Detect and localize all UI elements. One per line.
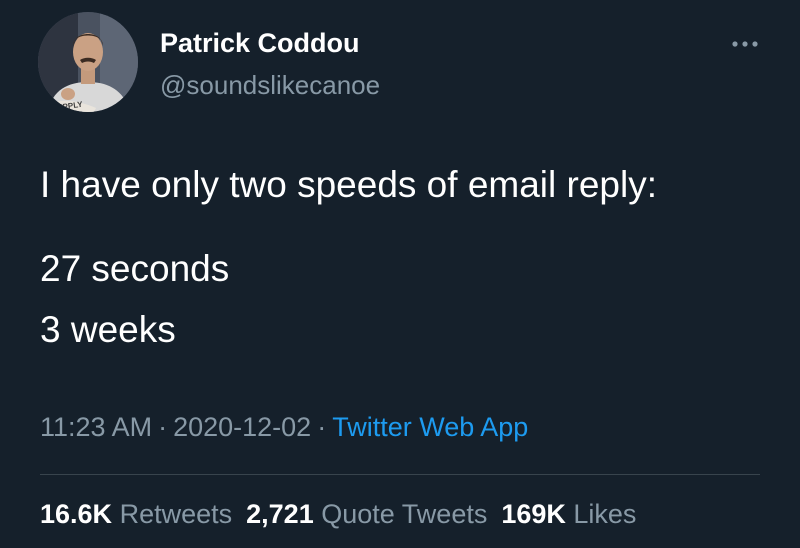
- avatar-image: SUPPLY: [38, 12, 138, 112]
- likes-label: Likes: [573, 499, 637, 529]
- meta-separator: ·: [317, 412, 327, 442]
- quote-tweets-count: 2,721: [246, 499, 314, 529]
- retweets-stat[interactable]: 16.6K Retweets: [40, 499, 232, 529]
- retweets-label: Retweets: [119, 499, 233, 529]
- tweet-text-line: I have only two speeds of email reply:: [40, 164, 657, 205]
- meta-separator: ·: [158, 412, 168, 442]
- author-name[interactable]: Patrick Coddou: [160, 28, 360, 59]
- retweets-count: 16.6K: [40, 499, 113, 529]
- quote-tweets-label: Quote Tweets: [321, 499, 488, 529]
- more-horizontal-icon[interactable]: [728, 34, 762, 54]
- tweet-stats: 16.6K Retweets 2,721 Quote Tweets 169K Lik…: [40, 499, 636, 530]
- tweet-card: SUPPLY Patrick Coddou @soundslikecanoe I…: [0, 0, 800, 548]
- divider: [40, 474, 760, 475]
- tweet-text-line: 27 seconds: [40, 248, 230, 289]
- likes-count: 169K: [501, 499, 566, 529]
- quote-tweets-stat[interactable]: 2,721 Quote Tweets: [246, 499, 487, 529]
- tweet-metadata: 11:23 AM · 2020-12-02 · Twitter Web App: [40, 412, 528, 443]
- tweet-time[interactable]: 11:23 AM: [40, 412, 152, 442]
- likes-stat[interactable]: 169K Likes: [501, 499, 636, 529]
- avatar[interactable]: SUPPLY: [38, 12, 138, 112]
- author-handle[interactable]: @soundslikecanoe: [160, 70, 380, 101]
- tweet-date[interactable]: 2020-12-02: [173, 412, 311, 442]
- tweet-source-link[interactable]: Twitter Web App: [332, 412, 528, 442]
- tweet-text-line: 3 weeks: [40, 309, 176, 350]
